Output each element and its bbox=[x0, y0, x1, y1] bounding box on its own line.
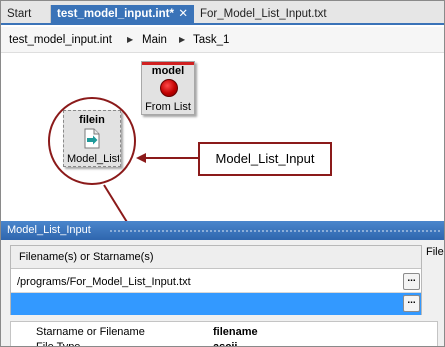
browse-button[interactable]: ... bbox=[403, 273, 420, 290]
property-row[interactable]: Starname or Filename filename bbox=[11, 325, 437, 339]
callout-highlight-circle bbox=[48, 97, 136, 185]
breadcrumb: test_model_input.int ▶ Main ▶ Task_1 bbox=[1, 27, 444, 53]
property-key: Starname or Filename bbox=[36, 326, 145, 338]
model-node[interactable]: model From List bbox=[141, 61, 195, 115]
breadcrumb-chevron-icon: ▶ bbox=[179, 35, 186, 44]
property-row[interactable]: File Type ascii bbox=[11, 340, 437, 347]
filename-column-header: Filename(s) or Starname(s) bbox=[11, 246, 421, 269]
tab-start[interactable]: Start bbox=[1, 5, 51, 23]
filename-table: Filename(s) or Starname(s) /programs/For… bbox=[10, 245, 422, 315]
tab-test-model-input-label: test_model_input.int* bbox=[57, 8, 174, 20]
breadcrumb-item-task[interactable]: Task_1 bbox=[193, 27, 229, 53]
panel-title: Model_List_Input bbox=[7, 224, 91, 236]
browse-button[interactable]: ... bbox=[403, 295, 420, 312]
tab-for-model-list-input[interactable]: For_Model_List_Input.txt bbox=[194, 5, 374, 23]
property-key: File Type bbox=[36, 341, 81, 347]
filename-row[interactable]: /programs/For_Model_List_Input.txt bbox=[11, 271, 421, 293]
property-grid: Starname or Filename filename File Type … bbox=[10, 321, 438, 347]
breadcrumb-item-file[interactable]: test_model_input.int bbox=[9, 27, 112, 53]
breadcrumb-item-main[interactable]: Main bbox=[142, 27, 167, 53]
callout-label: Model_List_Input bbox=[198, 142, 332, 176]
side-panel-label: Filein bbox=[426, 246, 444, 258]
tab-test-model-input[interactable]: test_model_input.int* ✕ bbox=[51, 5, 194, 23]
workflow-canvas[interactable]: model From List filein Model_List_Input … bbox=[1, 54, 444, 217]
model-node-subtitle: From List bbox=[145, 101, 191, 113]
panel-title-bar: Model_List_Input bbox=[1, 221, 444, 240]
breadcrumb-chevron-icon: ▶ bbox=[127, 35, 134, 44]
record-icon bbox=[160, 79, 178, 97]
filename-row-selected[interactable] bbox=[11, 293, 421, 315]
tab-strip: Start test_model_input.int* ✕ For_Model_… bbox=[1, 1, 444, 25]
close-tab-icon[interactable]: ✕ bbox=[178, 5, 188, 23]
property-value: filename bbox=[213, 326, 258, 338]
app-window: Start test_model_input.int* ✕ For_Model_… bbox=[0, 0, 445, 347]
model-node-title: model bbox=[151, 65, 185, 77]
panel-grip[interactable] bbox=[109, 229, 442, 233]
property-value: ascii bbox=[213, 341, 238, 347]
